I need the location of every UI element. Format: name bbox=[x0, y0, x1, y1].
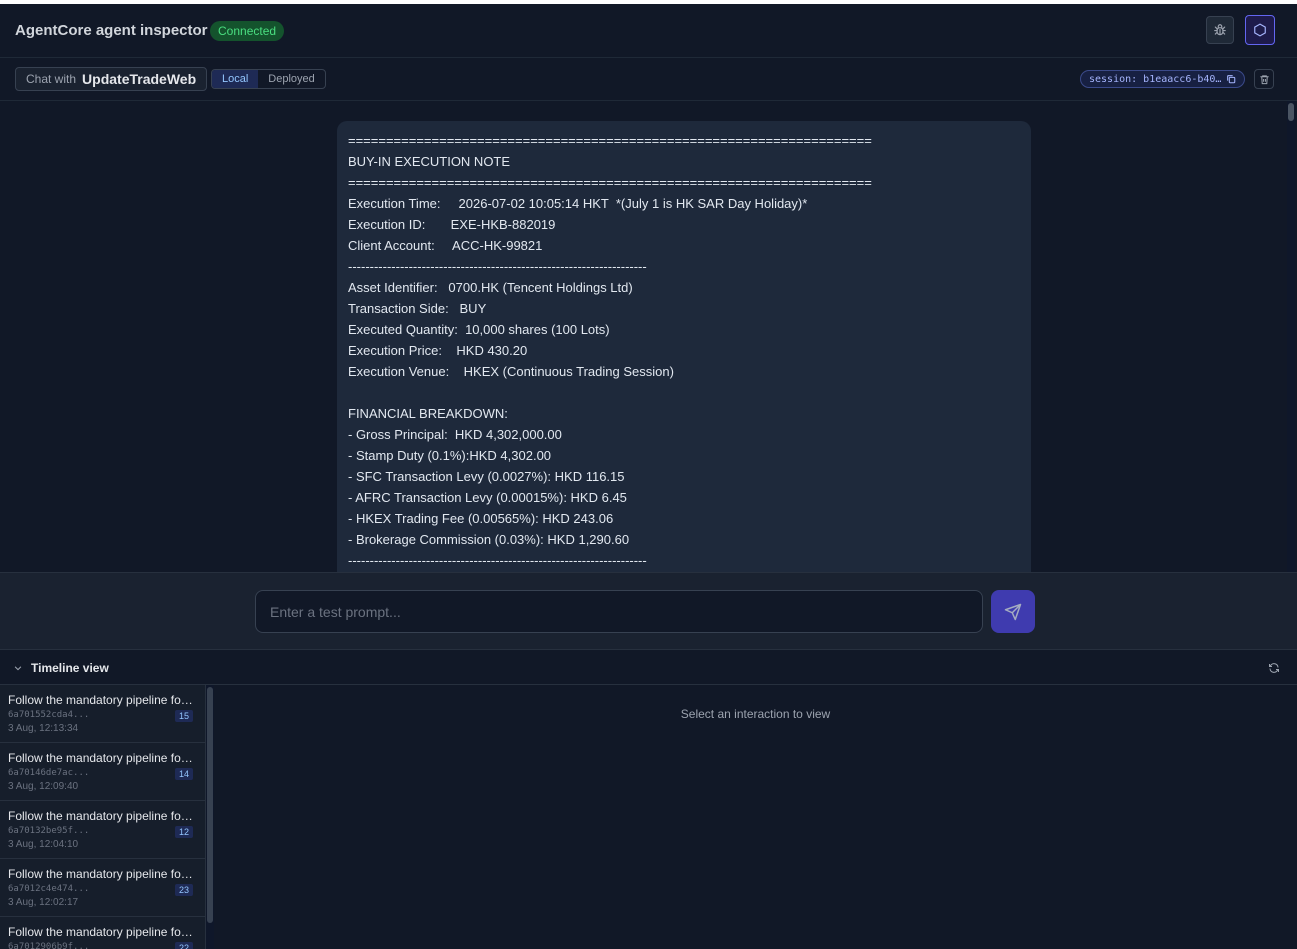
message-line: ----------------------------------------… bbox=[348, 553, 647, 568]
bug-icon bbox=[1214, 24, 1226, 36]
interaction-timestamp: 3 Aug, 12:02:17 bbox=[8, 897, 79, 908]
interaction-id: 6a70132be95f... bbox=[8, 826, 90, 836]
message-line: Execution Time: 2026-07-02 10:05:14 HKT … bbox=[348, 196, 808, 211]
interaction-count-badge: 14 bbox=[175, 768, 194, 780]
copy-icon[interactable] bbox=[1226, 74, 1236, 84]
app-header: AgentCore agent inspector Connected bbox=[0, 4, 1297, 58]
mode-local-button[interactable]: Local bbox=[212, 70, 259, 88]
debug-button[interactable] bbox=[1206, 16, 1234, 44]
mode-deployed-button[interactable]: Deployed bbox=[258, 70, 324, 88]
chevron-down-icon[interactable] bbox=[13, 663, 23, 673]
connection-status-badge: Connected bbox=[210, 21, 285, 41]
session-id: session: b1eaacc6-b40… bbox=[1089, 73, 1222, 85]
prompt-bar bbox=[0, 572, 1297, 650]
message-line bbox=[348, 382, 1020, 403]
interaction-title: Follow the mandatory pipeline for... bbox=[8, 693, 194, 707]
send-button[interactable] bbox=[991, 590, 1035, 633]
message-line: - Brokerage Commission (0.03%): HKD 1,29… bbox=[348, 532, 630, 547]
message-line: Asset Identifier: 0700.HK (Tencent Holdi… bbox=[348, 280, 633, 295]
interaction-id: 6a70146de7ac... bbox=[8, 768, 90, 778]
interaction-count-badge: 15 bbox=[175, 710, 194, 722]
send-icon bbox=[1004, 603, 1022, 620]
trash-icon bbox=[1259, 74, 1269, 84]
message-line: Execution ID: EXE-HKB-882019 bbox=[348, 217, 556, 232]
interaction-count-badge: 23 bbox=[175, 884, 194, 896]
interaction-title: Follow the mandatory pipeline for... bbox=[8, 751, 194, 765]
message-line: ========================================… bbox=[348, 175, 872, 190]
interaction-id: 6a701552cda4... bbox=[8, 710, 90, 720]
message-line: FINANCIAL BREAKDOWN: bbox=[348, 406, 508, 421]
timeline-header[interactable]: Timeline view bbox=[0, 650, 1297, 685]
message-line: Execution Price: HKD 430.20 bbox=[348, 343, 528, 358]
assistant-message: ========================================… bbox=[337, 121, 1031, 572]
chat-messages[interactable]: ========================================… bbox=[0, 101, 1297, 572]
interaction-list-scrollbar-thumb[interactable] bbox=[207, 687, 213, 923]
interaction-timestamp: 3 Aug, 12:13:34 bbox=[8, 723, 79, 734]
chat-with-label: Chat with bbox=[26, 72, 77, 86]
interaction-title: Follow the mandatory pipeline for... bbox=[8, 925, 194, 939]
interaction-id: 6a7012906b9f... bbox=[8, 942, 90, 949]
message-line: - AFRC Transaction Levy (0.00015%): HKD … bbox=[348, 490, 627, 505]
chat-scrollbar-thumb[interactable] bbox=[1288, 103, 1294, 121]
interaction-timestamp: 3 Aug, 12:09:40 bbox=[8, 781, 79, 792]
message-line: ========================================… bbox=[348, 133, 872, 148]
inspector-toggle-button[interactable] bbox=[1245, 15, 1275, 45]
message-line: Transaction Side: BUY bbox=[348, 301, 487, 316]
interaction-item[interactable]: Follow the mandatory pipeline for... 6a70… bbox=[0, 859, 205, 917]
interaction-title: Follow the mandatory pipeline for... bbox=[8, 867, 194, 881]
prompt-input[interactable] bbox=[255, 590, 983, 633]
interaction-timestamp: 3 Aug, 12:04:10 bbox=[8, 839, 79, 850]
agent-name: UpdateTradeWeb bbox=[82, 71, 197, 87]
interaction-item[interactable]: Follow the mandatory pipeline for... 6a70… bbox=[0, 801, 205, 859]
interaction-detail: Select an interaction to view bbox=[214, 685, 1297, 949]
chat-toolbar: Chat with UpdateTradeWeb Local Deployed … bbox=[0, 58, 1297, 101]
app-title: AgentCore agent inspector bbox=[15, 22, 208, 39]
message-line: - HKEX Trading Fee (0.00565%): HKD 243.0… bbox=[348, 511, 614, 526]
message-line: Client Account: ACC-HK-99821 bbox=[348, 238, 543, 253]
interaction-item[interactable]: Follow the mandatory pipeline for... 6a70… bbox=[0, 743, 205, 801]
timeline-title: Timeline view bbox=[31, 661, 109, 675]
interaction-count-badge: 12 bbox=[175, 826, 194, 838]
message-line: Executed Quantity: 10,000 shares (100 Lo… bbox=[348, 322, 610, 337]
message-line: - Gross Principal: HKD 4,302,000.00 bbox=[348, 427, 562, 442]
agent-selector[interactable]: Chat with UpdateTradeWeb bbox=[15, 67, 208, 91]
refresh-icon[interactable] bbox=[1268, 662, 1280, 674]
interaction-list-scrollbar[interactable] bbox=[206, 685, 214, 949]
interaction-item[interactable]: Follow the mandatory pipeline for... 6a70… bbox=[0, 917, 205, 949]
hexagon-icon bbox=[1254, 23, 1266, 37]
session-badge[interactable]: session: b1eaacc6-b40… bbox=[1080, 70, 1246, 88]
empty-state-text: Select an interaction to view bbox=[680, 707, 831, 721]
chat-scrollbar[interactable] bbox=[1287, 101, 1295, 572]
interaction-id: 6a7012c4e474... bbox=[8, 884, 90, 894]
interaction-title: Follow the mandatory pipeline for... bbox=[8, 809, 194, 823]
message-line: - Stamp Duty (0.1%):HKD 4,302.00 bbox=[348, 448, 552, 463]
message-line: - SFC Transaction Levy (0.0027%): HKD 11… bbox=[348, 469, 625, 484]
interaction-list[interactable]: Follow the mandatory pipeline for... 6a70… bbox=[0, 685, 206, 949]
message-line: Execution Venue: HKEX (Continuous Tradin… bbox=[348, 364, 674, 379]
message-line: BUY-IN EXECUTION NOTE bbox=[348, 154, 511, 169]
mode-toggle: Local Deployed bbox=[211, 69, 326, 89]
message-line: ----------------------------------------… bbox=[348, 259, 647, 274]
interaction-item[interactable]: Follow the mandatory pipeline for... 6a70… bbox=[0, 685, 205, 743]
clear-session-button[interactable] bbox=[1254, 69, 1274, 89]
interaction-count-badge: 22 bbox=[175, 942, 194, 949]
